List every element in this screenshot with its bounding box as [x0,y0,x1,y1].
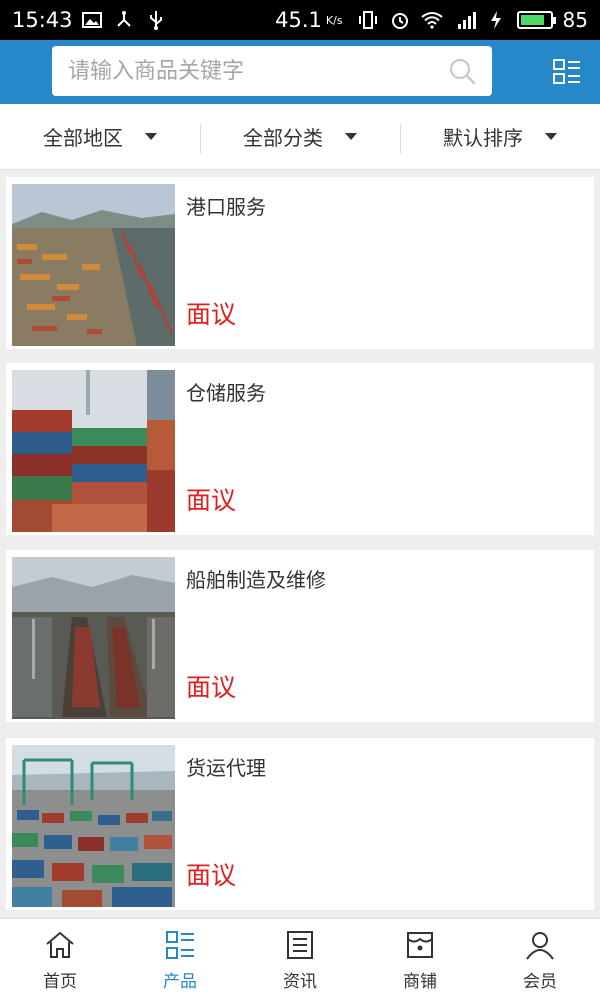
member-icon [526,932,554,960]
product-price: 面议 [186,673,237,702]
battery-percent: 85 [562,8,588,32]
product-item[interactable]: 港口服务 面议 [6,177,594,349]
tab-products[interactable]: 产品 [120,919,240,1000]
product-price: 面议 [186,300,237,329]
products-icon [166,931,194,959]
share-icon [111,7,137,33]
product-item[interactable]: 仓储服务 面议 [6,363,594,535]
product-item[interactable]: 船舶制造及维修 面议 [6,550,594,722]
signal-4g-icon [451,7,477,33]
usb-icon [143,7,169,33]
category-menu-icon[interactable] [552,57,582,87]
containers-stack-image [12,370,175,532]
search-icon[interactable] [448,57,476,85]
caret-down-icon [545,133,557,140]
network-speed: 45.1 [275,8,322,32]
charging-icon [483,7,509,33]
app-header [0,40,600,104]
search-input[interactable] [52,46,432,96]
battery-icon [516,11,556,29]
home-icon [46,931,74,958]
container-yard-image [12,745,175,907]
product-item[interactable]: 货运代理 面议 [6,738,594,910]
tab-shop-label: 商铺 [403,972,437,992]
alarm-icon [387,7,413,33]
tab-shop[interactable]: 商铺 [360,919,480,1000]
product-list[interactable]: 港口服务 面议 仓储服务 面议 船舶制造及维修 面议 货运代理 面议 [0,170,600,918]
tab-news[interactable]: 资讯 [240,919,360,1000]
tab-products-label: 产品 [163,972,197,992]
filter-sort-label: 默认排序 [443,126,523,150]
tab-home[interactable]: 首页 [0,919,120,1000]
product-name[interactable]: 船舶制造及维修 [186,564,326,593]
product-name[interactable]: 仓储服务 [186,377,266,406]
tab-member[interactable]: 会员 [480,919,600,1000]
status-bar: 15:43 45.1 K/s 85 [0,0,600,40]
filter-region[interactable]: 全部地区 [0,104,200,169]
product-price: 面议 [186,861,237,890]
filter-category-label: 全部分类 [243,126,323,150]
search-box[interactable] [52,46,492,96]
wifi-icon [419,7,445,33]
caret-down-icon [145,133,157,140]
filter-region-label: 全部地区 [43,126,123,150]
filter-bar: 全部地区 全部分类 默认排序 [0,104,600,170]
shipyard-image [12,557,175,719]
product-price: 面议 [186,486,237,515]
product-name[interactable]: 港口服务 [186,191,266,220]
product-name[interactable]: 货运代理 [186,752,266,781]
status-time: 15:43 [12,8,73,32]
news-icon [287,931,313,959]
tab-home-label: 首页 [43,972,77,992]
vibrate-icon [355,7,381,33]
tab-member-label: 会员 [523,972,557,992]
bottom-tab-bar: 首页 产品 资讯 商铺 会员 [0,918,600,1000]
caret-down-icon [345,133,357,140]
image-icon [79,7,105,33]
filter-category[interactable]: 全部分类 [200,104,400,169]
shop-icon [407,932,433,958]
network-speed-unit: K/s [325,13,343,27]
tab-news-label: 资讯 [283,972,317,992]
port-aerial-image [12,184,175,346]
filter-sort[interactable]: 默认排序 [400,104,600,169]
